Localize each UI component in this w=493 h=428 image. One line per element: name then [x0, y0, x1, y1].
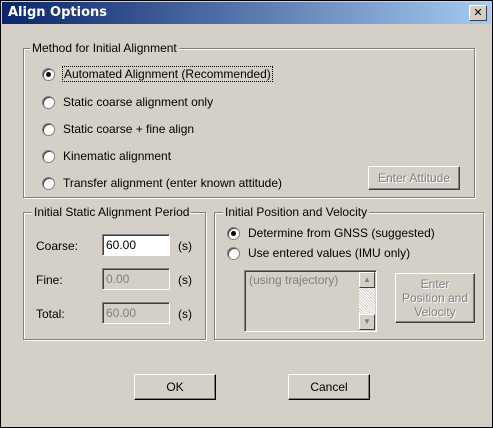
radio-kinematic[interactable]: Kinematic alignment [42, 149, 171, 163]
position-velocity-group: Initial Position and Velocity Determine … [214, 205, 484, 340]
alignment-period-group: Initial Static Alignment Period Coarse: … [23, 205, 206, 340]
radio-label: Use entered values (IMU only) [248, 246, 411, 260]
ok-label: OK [166, 380, 184, 394]
enter-position-velocity-button[interactable]: Enter Position and Velocity [395, 273, 475, 323]
scroll-down-icon[interactable]: ▼ [359, 314, 375, 330]
trajectory-list[interactable]: (using trajectory) ▲ ▼ [244, 270, 377, 332]
coarse-input[interactable]: 60.00 [102, 234, 170, 256]
scroll-up-icon[interactable]: ▲ [359, 272, 375, 288]
radio-unselected-icon [42, 95, 55, 109]
trajectory-list-text: (using trajectory) [249, 273, 339, 287]
coarse-unit: (s) [178, 239, 192, 253]
radio-label: Determine from GNSS (suggested) [248, 226, 435, 240]
radio-static-coarse-only[interactable]: Static coarse alignment only [42, 95, 213, 109]
radio-label: Static coarse alignment only [63, 95, 214, 109]
radio-static-coarse-fine[interactable]: Static coarse + fine align [42, 122, 194, 136]
period-legend: Initial Static Alignment Period [32, 205, 192, 219]
align-options-dialog: Align Options ✕ Method for Initial Align… [0, 0, 493, 428]
radio-unselected-icon [42, 149, 55, 163]
cancel-label: Cancel [310, 380, 348, 394]
position-legend: Initial Position and Velocity [223, 205, 370, 219]
radio-unselected-icon [42, 122, 55, 136]
fine-unit: (s) [178, 273, 192, 287]
fine-label: Fine: [36, 273, 63, 287]
radio-label: Transfer alignment (enter known attitude… [63, 176, 282, 190]
radio-transfer-alignment[interactable]: Transfer alignment (enter known attitude… [42, 176, 282, 190]
radio-automated-alignment[interactable]: Automated Alignment (Recommended) [42, 66, 273, 82]
fine-input[interactable]: 0.00 [102, 268, 170, 290]
radio-label: Kinematic alignment [63, 149, 172, 163]
method-legend: Method for Initial Alignment [30, 41, 179, 55]
radio-unselected-icon [42, 176, 55, 190]
radio-determine-from-gnss[interactable]: Determine from GNSS (suggested) [227, 226, 435, 240]
radio-unselected-icon [227, 246, 240, 260]
enter-attitude-label: Enter Attitude [377, 171, 451, 185]
cancel-button[interactable]: Cancel [288, 374, 370, 400]
total-unit: (s) [178, 307, 192, 321]
close-icon: ✕ [473, 6, 483, 19]
radio-label: Automated Alignment (Recommended) [62, 66, 273, 82]
method-group: Method for Initial Alignment Automated A… [23, 41, 475, 198]
window-title: Align Options [8, 5, 108, 20]
enter-attitude-button[interactable]: Enter Attitude [368, 166, 460, 190]
list-scrollbar[interactable]: ▲ ▼ [359, 272, 375, 330]
enter-position-velocity-label: Enter Position and Velocity [401, 277, 469, 319]
total-input[interactable]: 60.00 [102, 302, 170, 324]
ok-button[interactable]: OK [134, 374, 216, 400]
radio-use-entered-values[interactable]: Use entered values (IMU only) [227, 246, 410, 260]
radio-selected-icon [42, 67, 55, 81]
coarse-label: Coarse: [36, 239, 79, 253]
close-button[interactable]: ✕ [469, 5, 487, 21]
radio-selected-icon [227, 226, 240, 240]
title-bar: Align Options ✕ [2, 2, 491, 24]
total-label: Total: [36, 307, 65, 321]
radio-label: Static coarse + fine align [63, 122, 195, 136]
